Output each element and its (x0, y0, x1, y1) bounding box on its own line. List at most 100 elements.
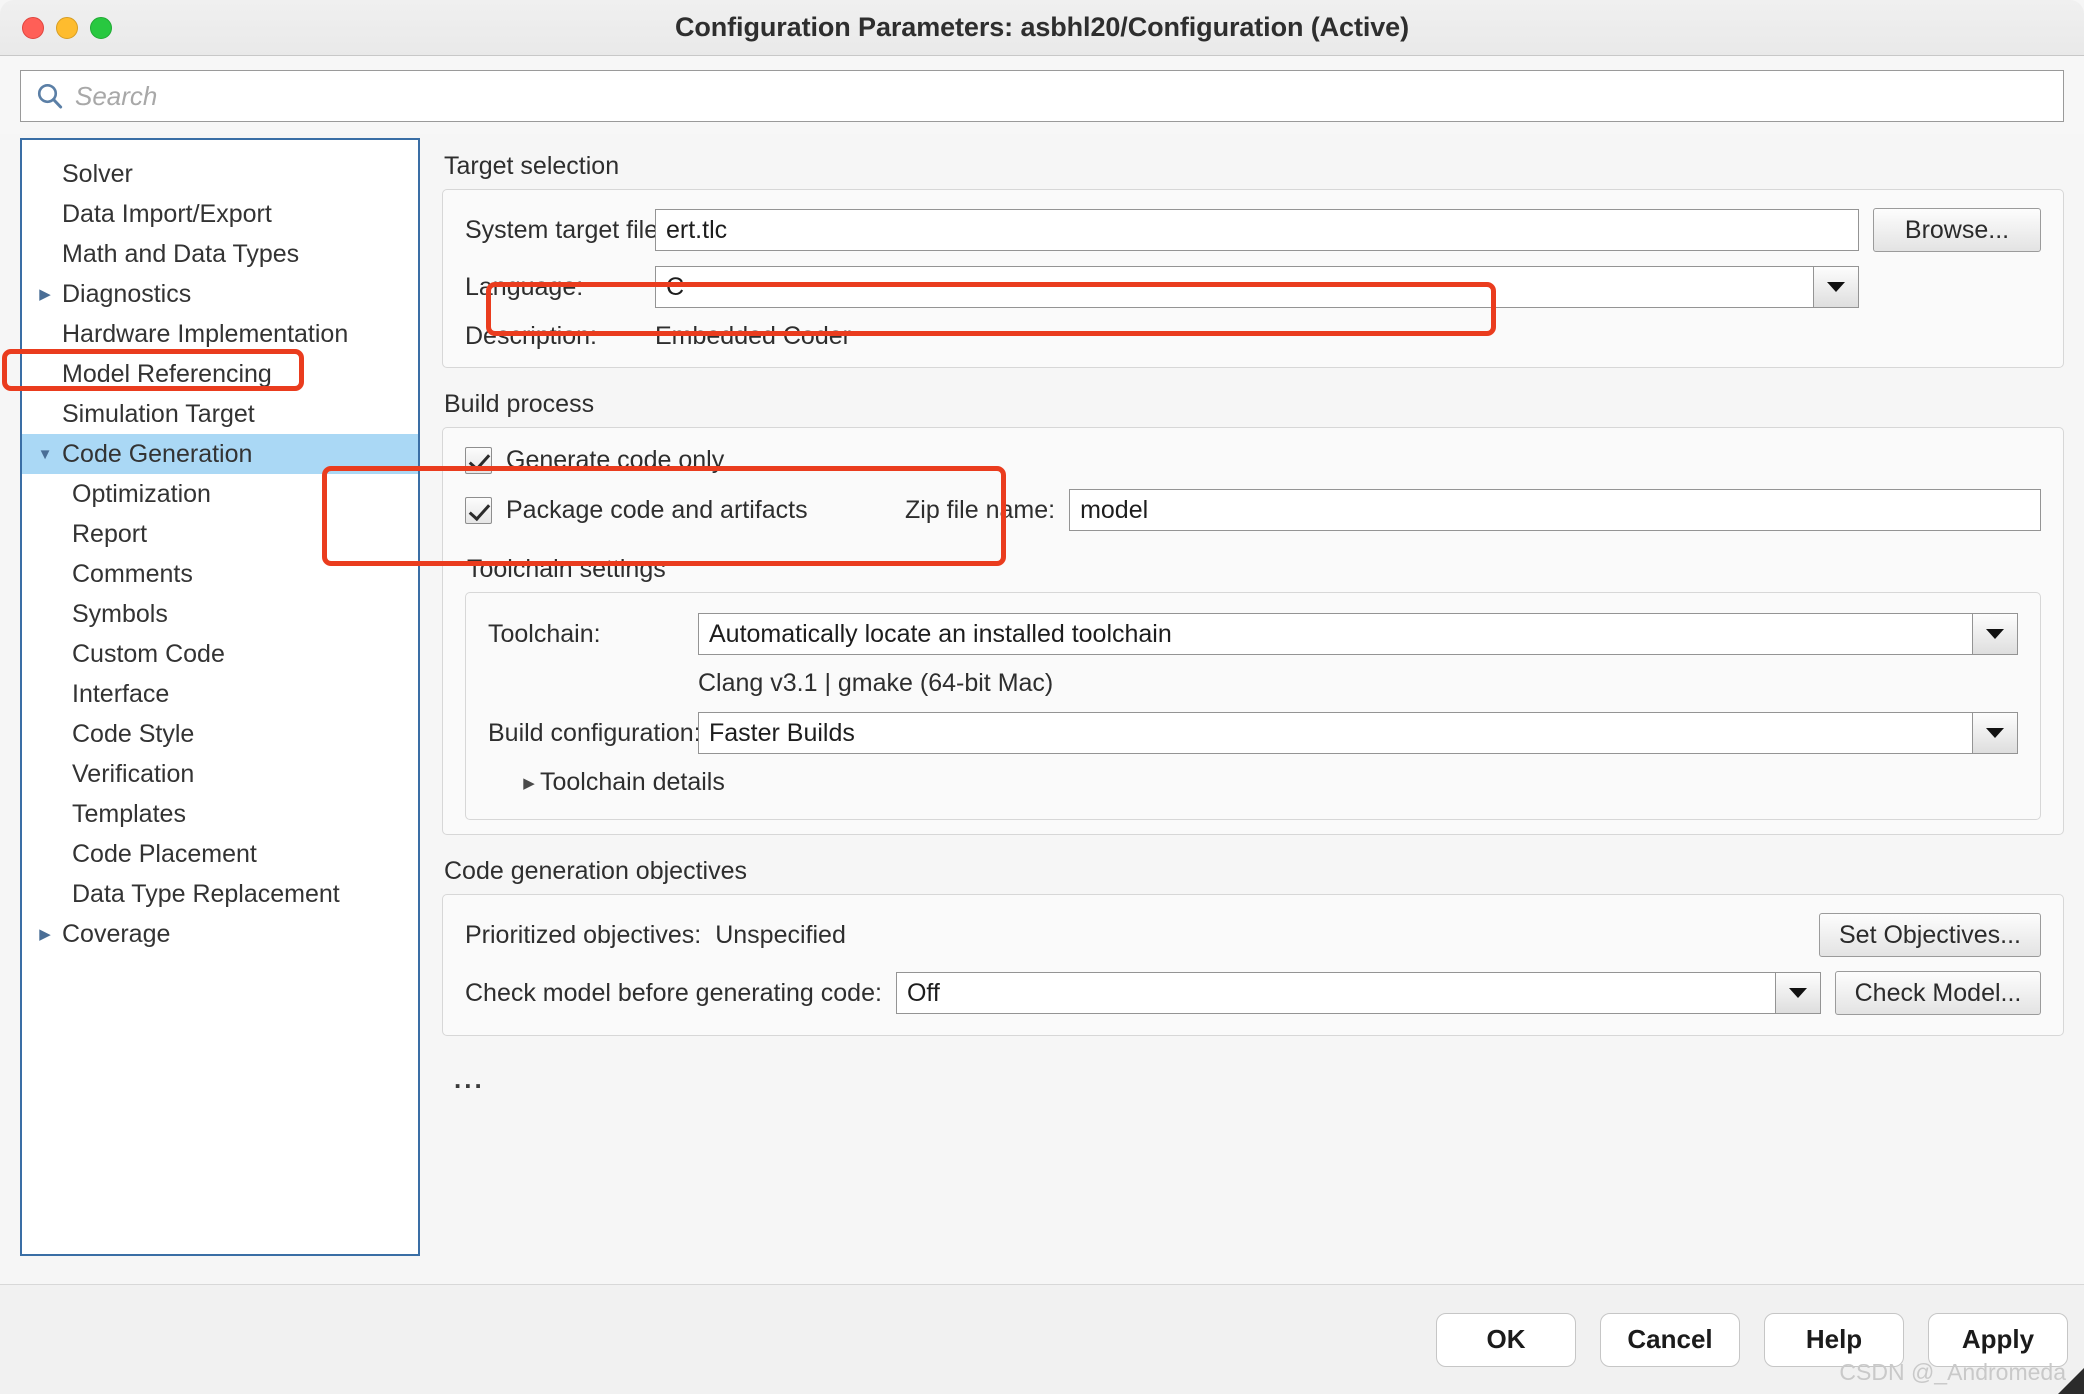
settings-pane: Target selection System target file: ert… (420, 138, 2064, 1324)
chevron-down-icon[interactable] (1972, 613, 2018, 655)
sidebar-item-label: Code Generation (62, 439, 253, 468)
sidebar-item-label: Symbols (72, 599, 168, 628)
sidebar-item-symbols[interactable]: Symbols (22, 594, 418, 634)
toolchain-details-disclosure[interactable]: ▶ Toolchain details (518, 768, 725, 797)
dialog-body: Solver Data Import/Export Math and Data Ty… (0, 134, 2084, 1324)
sidebar-item-label: Math and Data Types (62, 239, 300, 268)
toolchain-row: Toolchain: Automatically locate an insta… (488, 613, 2018, 655)
prioritized-objectives-label: Prioritized objectives: (465, 920, 702, 949)
sidebar-item-simulation-target[interactable]: Simulation Target (22, 394, 418, 434)
chevron-right-icon[interactable]: ▶ (32, 927, 58, 942)
dialog-footer: OK Cancel Help Apply (0, 1284, 2084, 1394)
generate-code-only-checkbox[interactable]: Generate code only (465, 446, 724, 475)
build-process-title: Build process (444, 390, 595, 418)
sidebar-item-coverage[interactable]: ▶ Coverage (22, 914, 418, 954)
system-target-file-label: System target file: (465, 215, 666, 244)
settings-tree[interactable]: Solver Data Import/Export Math and Data Ty… (20, 138, 420, 1256)
sidebar-item-hardware-implementation[interactable]: Hardware Implementation (22, 314, 418, 354)
toolchain-label: Toolchain: (488, 619, 601, 648)
zip-file-name-input[interactable]: model (1069, 489, 2041, 531)
code-generation-objectives-title: Code generation objectives (444, 857, 747, 885)
build-configuration-value: Faster Builds (698, 712, 1972, 754)
window-controls (22, 17, 112, 39)
build-configuration-label: Build configuration: (488, 718, 701, 747)
toolchain-details-row: ▶ Toolchain details (488, 768, 2018, 797)
sidebar-item-solver[interactable]: Solver (22, 154, 418, 194)
chevron-down-icon[interactable]: ▼ (32, 447, 58, 462)
toolchain-settings-group: Toolchain: Automatically locate an insta… (465, 592, 2041, 820)
sidebar-item-label: Simulation Target (62, 399, 255, 428)
toolchain-value: Automatically locate an installed toolch… (698, 613, 1972, 655)
target-selection-group: System target file: ert.tlc Browse... La… (442, 189, 2064, 368)
chevron-down-icon[interactable] (1972, 712, 2018, 754)
sidebar-item-label: Hardware Implementation (62, 319, 349, 348)
sidebar-item-code-style[interactable]: Code Style (22, 714, 418, 754)
sidebar-item-math-and-data-types[interactable]: Math and Data Types (22, 234, 418, 274)
cancel-button[interactable]: Cancel (1600, 1312, 1740, 1367)
sidebar-item-custom-code[interactable]: Custom Code (22, 634, 418, 674)
toolchain-settings-title: Toolchain settings (467, 555, 666, 583)
sidebar-item-label: Custom Code (72, 639, 225, 668)
sidebar-item-label: Code Style (72, 719, 195, 748)
set-objectives-button[interactable]: Set Objectives... (1819, 913, 2041, 957)
zip-file-name-label: Zip file name: (905, 495, 1056, 524)
package-code-label: Package code and artifacts (506, 495, 808, 524)
sidebar-item-label: Interface (72, 679, 170, 708)
check-model-label: Check model before generating code: (465, 978, 882, 1007)
sidebar-item-label: Templates (72, 799, 186, 828)
sidebar-item-label: Optimization (72, 479, 211, 508)
build-configuration-row: Build configuration: Faster Builds (488, 712, 2018, 754)
sidebar-item-model-referencing[interactable]: Model Referencing (22, 354, 418, 394)
check-model-dropdown[interactable]: Off (895, 972, 1821, 1014)
package-code-row: Package code and artifacts Zip file name… (465, 489, 2041, 531)
sidebar-item-data-import-export[interactable]: Data Import/Export (22, 194, 418, 234)
sidebar-item-data-type-replacement[interactable]: Data Type Replacement (22, 874, 418, 914)
toolchain-dropdown[interactable]: Automatically locate an installed toolch… (698, 613, 2018, 655)
chevron-right-icon[interactable]: ▶ (32, 287, 58, 302)
toolchain-info: Clang v3.1 | gmake (64-bit Mac) (698, 669, 1054, 697)
prioritized-objectives-value: Unspecified (715, 920, 846, 949)
chevron-down-icon[interactable] (1813, 266, 1859, 308)
search-icon (37, 83, 63, 109)
code-generation-objectives-group: Prioritized objectives: Unspecified Set … (442, 894, 2064, 1036)
sidebar-item-label: Report (72, 519, 148, 548)
chevron-right-icon: ▶ (523, 774, 535, 792)
sidebar-item-report[interactable]: Report (22, 514, 418, 554)
zoom-button-icon[interactable] (90, 17, 112, 39)
sidebar-item-verification[interactable]: Verification (22, 754, 418, 794)
build-configuration-dropdown[interactable]: Faster Builds (698, 712, 2018, 754)
language-dropdown[interactable]: C (655, 266, 1859, 308)
minimize-button-icon[interactable] (56, 17, 78, 39)
check-model-button[interactable]: Check Model... (1835, 971, 2041, 1015)
sidebar-item-optimization[interactable]: Optimization (22, 474, 418, 514)
package-code-checkbox[interactable]: Package code and artifacts (465, 496, 905, 525)
sidebar-item-templates[interactable]: Templates (22, 794, 418, 834)
prioritized-objectives-row: Prioritized objectives: Unspecified Set … (465, 913, 2041, 957)
sidebar-item-interface[interactable]: Interface (22, 674, 418, 714)
sidebar-item-diagnostics[interactable]: ▶ Diagnostics (22, 274, 418, 314)
system-target-file-input[interactable]: ert.tlc (655, 209, 1859, 251)
sidebar-item-code-placement[interactable]: Code Placement (22, 834, 418, 874)
title-bar: Configuration Parameters: asbhl20/Config… (0, 0, 2084, 56)
overflow-indicator: ... (454, 1064, 485, 1094)
browse-button[interactable]: Browse... (1873, 208, 2041, 252)
description-row: Description: Embedded Coder (465, 322, 2041, 351)
search-input[interactable]: Search (20, 70, 2064, 122)
check-model-row: Check model before generating code: Off … (465, 971, 2041, 1015)
sidebar-item-label: Solver (62, 159, 133, 188)
sidebar-item-label: Code Placement (72, 839, 257, 868)
sidebar-item-label: Comments (72, 559, 193, 588)
ok-button[interactable]: OK (1436, 1312, 1576, 1367)
sidebar-item-code-generation[interactable]: ▼ Code Generation (22, 434, 418, 474)
language-row: Language: C (465, 266, 2041, 308)
language-value: C (655, 266, 1813, 308)
close-button-icon[interactable] (22, 17, 44, 39)
description-value: Embedded Coder (655, 322, 851, 350)
sidebar-item-comments[interactable]: Comments (22, 554, 418, 594)
search-placeholder: Search (75, 80, 158, 111)
chevron-down-icon[interactable] (1775, 972, 1821, 1014)
watermark: CSDN @_Andromeda (1839, 1359, 2066, 1385)
checkmark-icon (465, 447, 492, 474)
build-process-group: Generate code only Package code and arti… (442, 427, 2064, 835)
window-title: Configuration Parameters: asbhl20/Config… (674, 12, 1409, 42)
